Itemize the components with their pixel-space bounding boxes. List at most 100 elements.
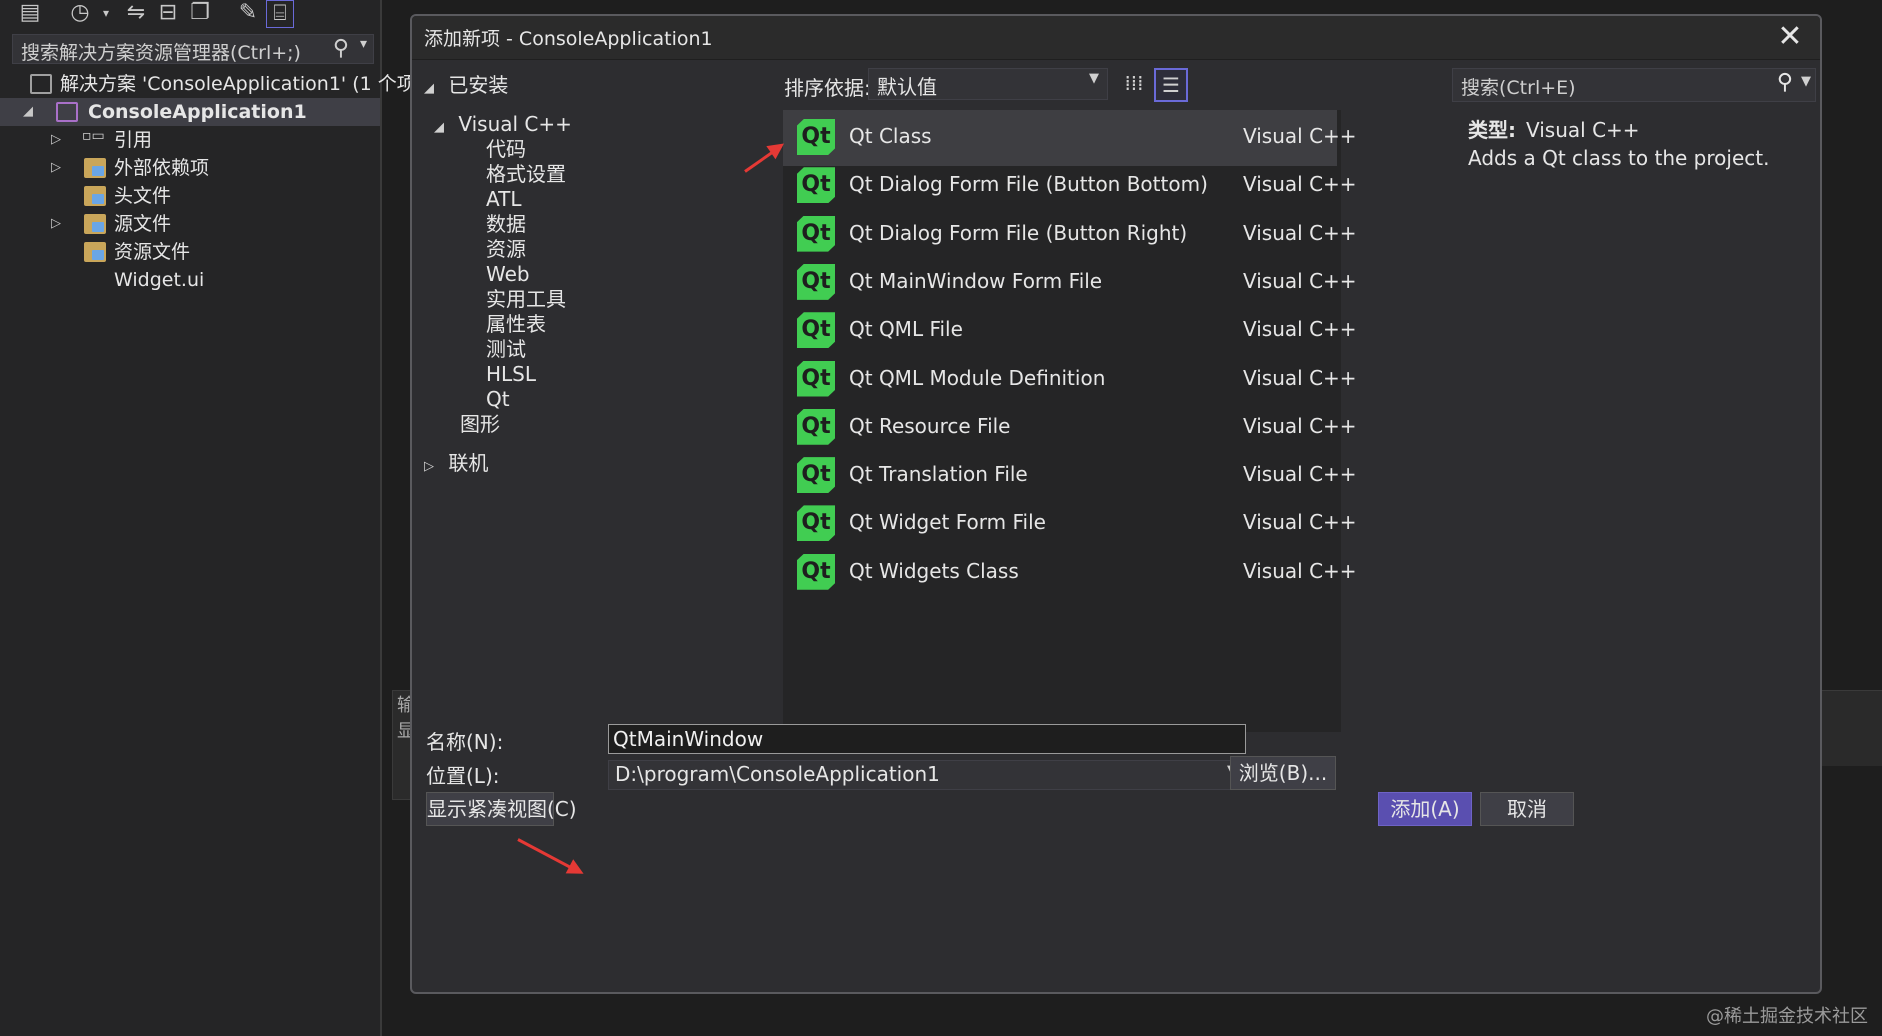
expanded-arrow-icon[interactable]: ◢ bbox=[434, 113, 452, 143]
qt-logo-icon: Qt bbox=[797, 263, 835, 300]
tree-node-label: 外部依赖项 bbox=[114, 157, 210, 179]
tree-node-label: 源文件 bbox=[114, 213, 172, 235]
template-item[interactable]: Qt Qt Widgets Class Visual C++ bbox=[783, 545, 1357, 601]
collapse-all-icon[interactable]: ⊟ bbox=[154, 0, 182, 28]
name-input[interactable] bbox=[608, 724, 1246, 754]
filter-folder-icon bbox=[84, 186, 106, 206]
template-name: Qt Class bbox=[849, 124, 932, 148]
sort-dropdown[interactable]: 默认值 ▼ bbox=[868, 68, 1108, 100]
tree-node-label: 资源文件 bbox=[114, 241, 191, 263]
cancel-button[interactable]: 取消 bbox=[1480, 792, 1574, 826]
category-graphics[interactable]: 图形 bbox=[460, 409, 500, 439]
watermark: @稀土掘金技术社区 bbox=[1706, 1006, 1868, 1027]
sort-value: 默认值 bbox=[877, 75, 937, 99]
tree-node-external-deps[interactable]: ▷ 外部依赖项 bbox=[0, 154, 380, 182]
chevron-down-icon[interactable]: ▾ bbox=[92, 0, 120, 28]
collapsed-arrow-icon[interactable]: ▷ bbox=[46, 210, 66, 238]
name-label: 名称(N): bbox=[426, 730, 504, 754]
browse-button[interactable]: 浏览(B)... bbox=[1230, 756, 1336, 790]
background-pane-fragment bbox=[1822, 690, 1882, 766]
solution-search-placeholder: 搜索解决方案资源管理器(Ctrl+;) bbox=[21, 42, 301, 64]
sort-label: 排序依据: bbox=[784, 76, 871, 100]
tree-node-header-files[interactable]: 头文件 bbox=[0, 182, 380, 210]
template-language: Visual C++ bbox=[1243, 172, 1357, 197]
tree-node-references[interactable]: ▷ ▫▭ 引用 bbox=[0, 126, 380, 154]
vs-solution-icon[interactable]: ▤ bbox=[16, 0, 44, 28]
dialog-titlebar: 添加新项 - ConsoleApplication1 ✕ bbox=[412, 16, 1820, 60]
search-icon[interactable]: ⚲ bbox=[333, 36, 349, 61]
tree-node-widget-ui[interactable]: Widget.ui bbox=[0, 266, 380, 294]
collapsed-arrow-icon[interactable]: ▷ bbox=[46, 154, 66, 182]
solution-search-input[interactable]: 搜索解决方案资源管理器(Ctrl+;) ⚲ ▾ bbox=[12, 34, 374, 64]
template-list: Qt Qt Class Visual C++ Qt Qt Dialog Form Fil… bbox=[783, 110, 1357, 732]
history-icon[interactable]: ◷ bbox=[66, 0, 94, 28]
category-label: 已安装 bbox=[448, 73, 509, 97]
template-name: Qt Dialog Form File (Button Right) bbox=[849, 220, 1188, 245]
template-language: Visual C++ bbox=[1243, 220, 1357, 245]
detail-type-key: 类型: bbox=[1468, 118, 1516, 142]
add-button[interactable]: 添加(A) bbox=[1378, 792, 1472, 826]
collapsed-arrow-icon[interactable]: ▷ bbox=[424, 452, 442, 482]
qt-logo-icon: Qt bbox=[797, 408, 835, 445]
chevron-down-icon[interactable]: ▾ bbox=[360, 36, 367, 52]
solution-explorer: ▤ ◷ ▾ ⇋ ⊟ ❐ ✎ ⌸ 搜索解决方案资源管理器(Ctrl+;) ⚲ ▾ … bbox=[0, 0, 416, 1036]
preview-icon[interactable]: ⌸ bbox=[266, 0, 294, 28]
template-language: Visual C++ bbox=[1243, 317, 1357, 342]
search-icon[interactable]: ⚲ bbox=[1777, 70, 1793, 95]
tree-node-label: 头文件 bbox=[114, 185, 172, 207]
category-label: Visual C++ bbox=[458, 112, 572, 136]
chevron-down-icon: ▼ bbox=[1089, 71, 1099, 86]
template-name: Qt MainWindow Form File bbox=[849, 268, 1103, 293]
sync-icon[interactable]: ⇋ bbox=[122, 0, 150, 28]
template-name: Qt Widget Form File bbox=[849, 510, 1046, 535]
qt-logo-icon: Qt bbox=[797, 457, 835, 494]
template-name: Qt QML Module Definition bbox=[849, 365, 1106, 390]
template-name: Qt Resource File bbox=[849, 413, 1011, 438]
tree-node-label: 引用 bbox=[114, 129, 153, 151]
template-language: Visual C++ bbox=[1243, 413, 1357, 438]
grid-view-icon[interactable]: ⁞⁞⁞ bbox=[1118, 68, 1150, 100]
compact-view-button[interactable]: 显示紧凑视图(C) bbox=[426, 792, 577, 826]
category-label: ATL bbox=[486, 187, 522, 211]
copy-icon[interactable]: ❐ bbox=[186, 0, 214, 28]
detail-description: Adds a Qt class to the project. bbox=[1468, 146, 1770, 170]
template-language: Visual C++ bbox=[1243, 558, 1357, 583]
qt-logo-icon: Qt bbox=[797, 215, 835, 252]
list-view-icon[interactable]: ☰ bbox=[1154, 68, 1188, 102]
category-online[interactable]: ▷ 联机 bbox=[424, 448, 488, 478]
solution-explorer-toolbar: ▤ ◷ ▾ ⇋ ⊟ ❐ ✎ ⌸ bbox=[0, 0, 380, 30]
location-dropdown[interactable]: D:\program\ConsoleApplication1 ▼ bbox=[608, 760, 1246, 790]
collapsed-arrow-icon[interactable]: ▷ bbox=[46, 126, 66, 154]
category-label: 数据 bbox=[486, 212, 526, 236]
close-icon[interactable]: ✕ bbox=[1772, 18, 1808, 56]
add-new-item-dialog: 添加新项 - ConsoleApplication1 ✕ ◢ 已安装 ◢ Vis… bbox=[410, 14, 1822, 994]
tree-project-label: ConsoleApplication1 bbox=[88, 101, 307, 123]
expanded-arrow-icon[interactable]: ◢ bbox=[18, 98, 38, 126]
qt-logo-icon: Qt bbox=[797, 119, 835, 155]
expanded-arrow-icon[interactable]: ◢ bbox=[424, 74, 442, 104]
dialog-title: 添加新项 - ConsoleApplication1 bbox=[424, 28, 713, 50]
search-placeholder: 搜索(Ctrl+E) bbox=[1461, 77, 1576, 99]
category-label: Qt bbox=[486, 387, 510, 411]
tree-solution[interactable]: 解决方案 'ConsoleApplication1' (1 个项 bbox=[0, 70, 416, 98]
template-language: Visual C++ bbox=[1243, 268, 1357, 293]
category-label: 属性表 bbox=[486, 312, 546, 336]
wrench-icon[interactable]: ✎ bbox=[234, 0, 262, 28]
tree-solution-label: 解决方案 'ConsoleApplication1' (1 个项 bbox=[60, 73, 416, 95]
references-icon: ▫▭ bbox=[82, 128, 105, 144]
tree-node-resource-files[interactable]: 资源文件 bbox=[0, 238, 380, 266]
filter-folder-icon bbox=[84, 214, 106, 234]
category-label: HLSL bbox=[486, 362, 537, 386]
category-installed[interactable]: ◢ 已安装 bbox=[424, 70, 508, 100]
qt-logo-icon: Qt bbox=[797, 360, 835, 397]
location-label: 位置(L): bbox=[426, 764, 500, 788]
location-value: D:\program\ConsoleApplication1 bbox=[615, 762, 940, 786]
template-language: Visual C++ bbox=[1243, 510, 1357, 535]
tree-project[interactable]: ◢ ConsoleApplication1 bbox=[0, 98, 380, 126]
chevron-down-icon[interactable]: ▼ bbox=[1801, 74, 1811, 89]
template-search-input[interactable]: 搜索(Ctrl+E) ⚲ ▼ bbox=[1452, 68, 1816, 102]
template-name: Qt Translation File bbox=[849, 462, 1028, 487]
category-label: 测试 bbox=[486, 337, 526, 361]
template-name: Qt QML File bbox=[849, 317, 963, 342]
tree-node-source-files[interactable]: ▷ 源文件 bbox=[0, 210, 380, 238]
